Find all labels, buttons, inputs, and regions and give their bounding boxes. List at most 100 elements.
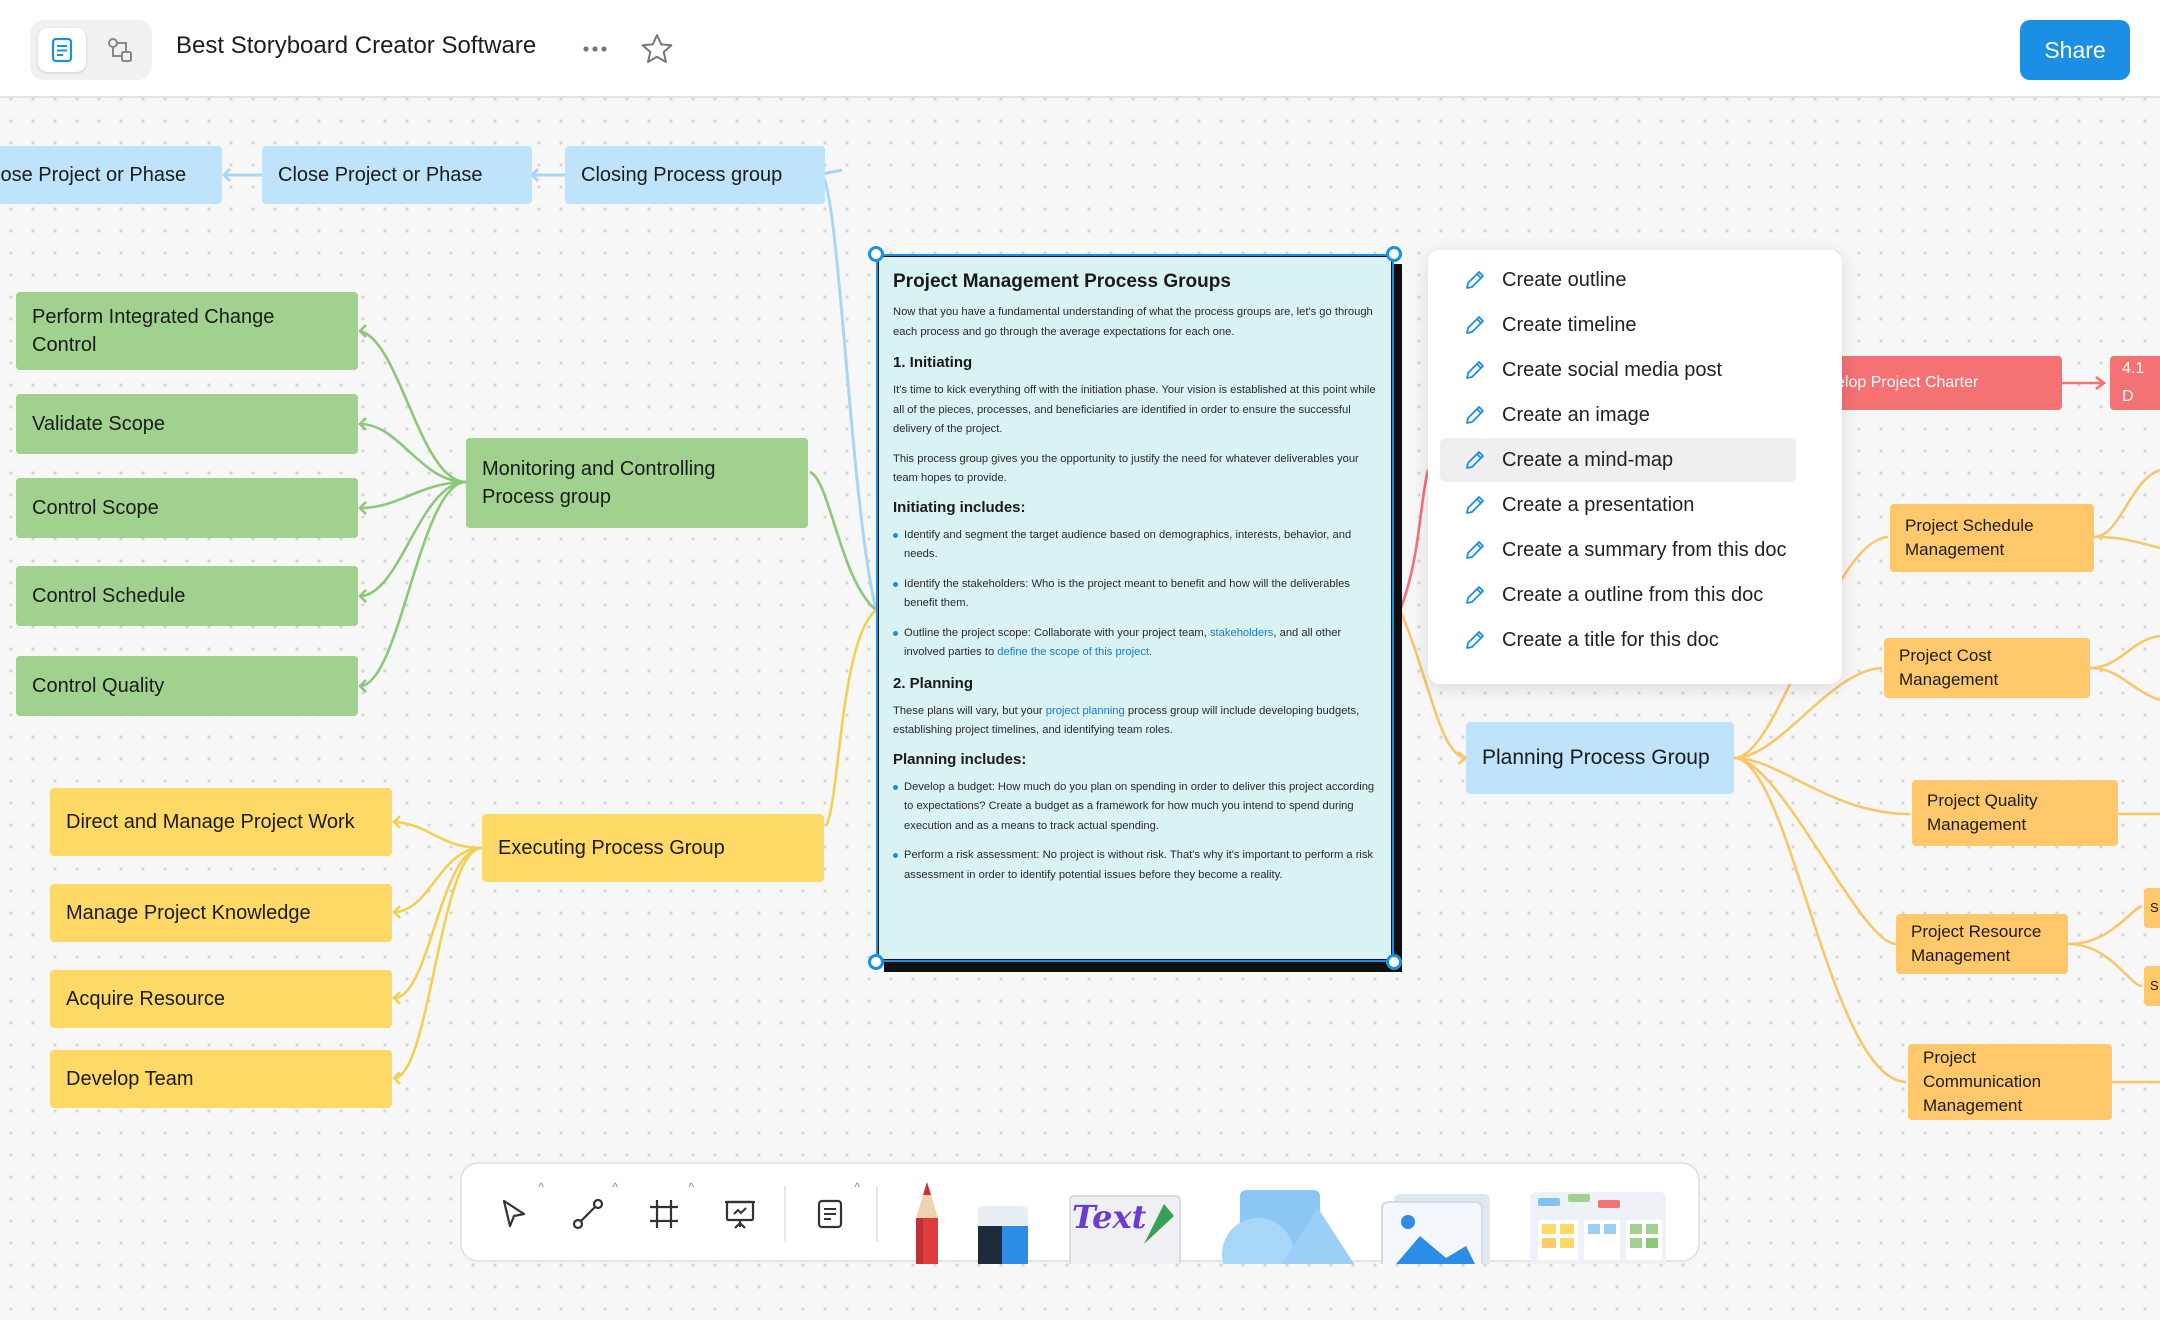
menu-item-create-outline[interactable]: Create outline xyxy=(1440,258,1796,302)
menu-item-create-summary[interactable]: Create a summary from this doc xyxy=(1440,528,1796,572)
executing-item-node[interactable]: Direct and Manage Project Work xyxy=(50,788,392,856)
select-arrow-icon xyxy=(502,1199,526,1228)
doc-bullet: Identify and segment the target audience… xyxy=(893,526,1379,565)
shapes-tool-button[interactable] xyxy=(1218,1184,1368,1264)
frame-tool-button[interactable]: ^ xyxy=(640,1180,694,1238)
chevron-up-icon: ^ xyxy=(538,1180,544,1194)
menu-item-label: Create a summary from this doc xyxy=(1502,538,1787,561)
doc-subheading: Initiating includes: xyxy=(893,498,1026,516)
resize-handle-top-left[interactable] xyxy=(868,246,884,262)
pencil-icon xyxy=(1462,447,1488,473)
pencil-icon xyxy=(1462,312,1488,338)
document-card-title: Project Management Process Groups xyxy=(893,271,1231,292)
select-tool-button[interactable]: ^ xyxy=(490,1180,544,1238)
doc-paragraph: This process group gives you the opportu… xyxy=(893,452,1359,485)
pencil-icon xyxy=(1462,492,1488,518)
resize-handle-bottom-left[interactable] xyxy=(868,954,884,970)
doc-bullet: Develop a budget: How much do you plan o… xyxy=(893,778,1379,837)
document-icon xyxy=(817,1199,843,1229)
initiating-next-node[interactable]: 4.1 D xyxy=(2110,356,2160,410)
menu-item-create-title[interactable]: Create a title for this doc xyxy=(1440,618,1796,662)
menu-item-create-timeline[interactable]: Create timeline xyxy=(1440,303,1796,347)
doc-subheading: Planning includes: xyxy=(893,750,1027,768)
image-tool-button[interactable] xyxy=(1376,1188,1502,1264)
menu-item-create-outline-from-doc[interactable]: Create a outline from this doc xyxy=(1440,573,1796,617)
doc-section-heading: 1. Initiating xyxy=(893,354,973,371)
executing-item-node[interactable]: Acquire Resource xyxy=(50,970,392,1028)
text-tool-button[interactable]: Text xyxy=(1066,1186,1190,1264)
doc-intro-paragraph: Now that you have a fundamental understa… xyxy=(893,306,1373,338)
templates-icon xyxy=(1530,1192,1666,1264)
monitoring-item-node[interactable]: Control Schedule xyxy=(16,566,358,626)
planning-item-node[interactable]: Project Schedule Management xyxy=(1890,504,2094,572)
project-planning-link[interactable]: project planning xyxy=(1046,705,1125,717)
doc-bullet-text: Outline the project scope: Collaborate w… xyxy=(904,626,1210,639)
menu-item-label: Create a title for this doc xyxy=(1502,628,1719,651)
monitoring-item-node[interactable]: Control Quality xyxy=(16,656,358,716)
planning-process-group-node[interactable]: Planning Process Group xyxy=(1466,722,1734,794)
doc-bullet: Perform a risk assessment: No project is… xyxy=(893,846,1379,885)
document-card[interactable]: Project Management Process Groups Now th… xyxy=(876,254,1394,962)
monitoring-item-node[interactable]: Validate Scope xyxy=(16,394,358,454)
closing-node-b[interactable]: Close Project or Phase xyxy=(262,146,532,204)
eraser-icon xyxy=(978,1206,1028,1264)
executing-process-group-node[interactable]: Executing Process Group xyxy=(482,814,824,882)
templates-tool-button[interactable] xyxy=(1528,1186,1668,1264)
presentation-tool-button[interactable] xyxy=(716,1190,764,1238)
document-tool-button[interactable]: ^ xyxy=(806,1180,860,1238)
planning-subitem-node[interactable]: S xyxy=(2144,888,2160,928)
toolbar-separator xyxy=(876,1186,878,1242)
bottom-toolbar: ^ ^ ^ ^ Text xyxy=(460,1162,1700,1264)
doc-bullet: Identify the stakeholders: Who is the pr… xyxy=(893,575,1379,614)
eraser-tool-button[interactable] xyxy=(972,1200,1032,1264)
planning-subitem-node[interactable]: S xyxy=(2144,966,2160,1006)
menu-item-create-mind-map[interactable]: Create a mind-map xyxy=(1440,438,1796,482)
pencil-icon xyxy=(1462,267,1488,293)
pencil-tool-button[interactable] xyxy=(902,1180,952,1264)
doc-text: These plans will vary, but your xyxy=(893,704,1046,717)
chevron-up-icon: ^ xyxy=(612,1180,618,1194)
menu-item-create-image[interactable]: Create an image xyxy=(1440,393,1796,437)
menu-item-create-presentation[interactable]: Create a presentation xyxy=(1440,483,1796,527)
develop-project-charter-node[interactable]: elop Project Charter xyxy=(1820,356,2062,410)
stakeholders-link[interactable]: stakeholders xyxy=(1210,627,1273,639)
planning-item-node[interactable]: Project Communication Management xyxy=(1908,1044,2112,1120)
planning-item-node[interactable]: Project Quality Management xyxy=(1912,780,2118,846)
define-scope-link[interactable]: define the scope of this project xyxy=(997,646,1149,658)
doc-bullet-list: Develop a budget: How much do you plan o… xyxy=(893,778,1379,886)
pencil-icon xyxy=(1462,582,1488,608)
doc-bullet: Outline the project scope: Collaborate w… xyxy=(893,624,1379,663)
closing-process-group-node[interactable]: Closing Process group xyxy=(565,146,825,204)
resize-handle-bottom-right[interactable] xyxy=(1386,954,1402,970)
doc-section-heading: 2. Planning xyxy=(893,674,974,692)
chevron-up-icon: ^ xyxy=(688,1180,694,1194)
connector-tool-button[interactable]: ^ xyxy=(564,1180,618,1238)
resize-handle-top-right[interactable] xyxy=(1386,246,1402,262)
menu-item-create-social-media-post[interactable]: Create social media post xyxy=(1440,348,1796,392)
menu-item-label: Create social media post xyxy=(1502,358,1723,381)
doc-bullet-list: Identify and segment the target audience… xyxy=(893,526,1379,663)
closing-node-a[interactable]: lose Project or Phase xyxy=(0,146,222,204)
image-icon xyxy=(1381,1194,1490,1264)
ai-actions-menu: Create outline Create timeline Create so… xyxy=(1428,250,1842,684)
executing-item-node[interactable]: Manage Project Knowledge xyxy=(50,884,392,942)
doc-bullet-text: . xyxy=(1149,646,1153,658)
monitoring-item-node[interactable]: Control Scope xyxy=(16,478,358,538)
menu-item-label: Create a mind-map xyxy=(1502,448,1674,471)
planning-item-node[interactable]: Project Resource Management xyxy=(1896,914,2068,974)
monitoring-item-node[interactable]: Perform Integrated Change Control xyxy=(16,292,358,370)
pencil-icon xyxy=(1462,357,1488,383)
connector-icon xyxy=(572,1198,604,1230)
menu-item-label: Create a outline from this doc xyxy=(1502,583,1764,606)
doc-paragraph: These plans will vary, but your project … xyxy=(893,702,1379,741)
toolbar-separator xyxy=(784,1186,786,1242)
planning-item-node[interactable]: Project Cost Management xyxy=(1884,638,2090,698)
menu-item-label: Create timeline xyxy=(1502,313,1637,336)
monitoring-process-group-node[interactable]: Monitoring and Controlling Process group xyxy=(466,438,808,528)
frame-icon xyxy=(650,1200,678,1228)
menu-item-label: Create a presentation xyxy=(1502,493,1695,516)
text-asset-label: Text xyxy=(1072,1198,1147,1236)
executing-item-node[interactable]: Develop Team xyxy=(50,1050,392,1108)
pencil-icon xyxy=(1462,627,1488,653)
chevron-up-icon: ^ xyxy=(854,1180,860,1194)
